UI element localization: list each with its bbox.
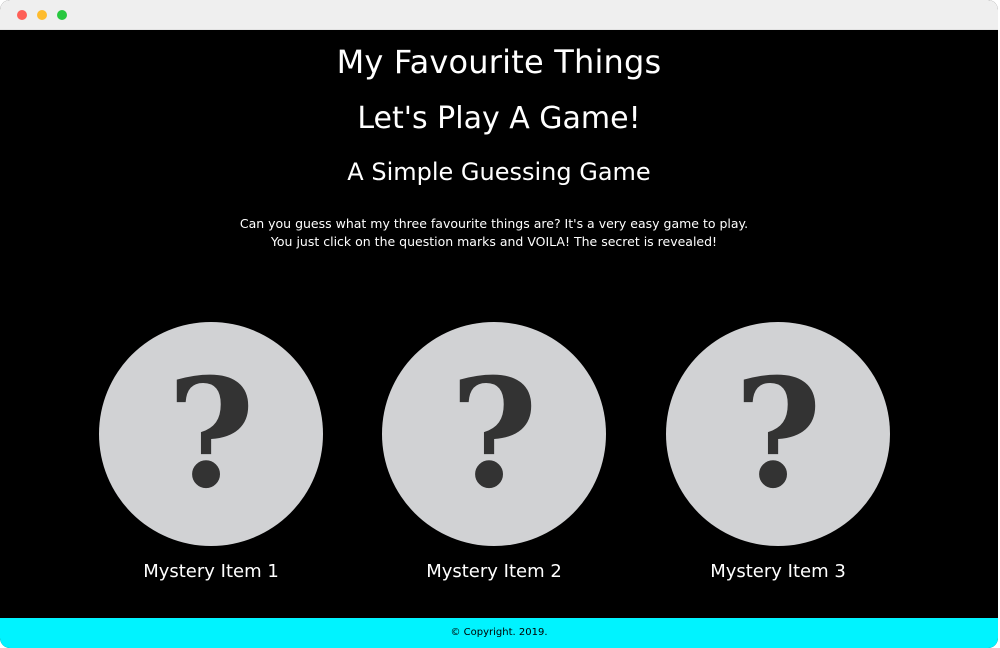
- question-mark-icon: ?: [450, 346, 538, 522]
- page-tagline: A Simple Guessing Game: [347, 158, 651, 186]
- mystery-item-2-label: Mystery Item 2: [426, 561, 562, 582]
- mystery-item-3: ? Mystery Item 3: [666, 322, 890, 602]
- question-mark-icon: ?: [734, 346, 822, 522]
- mystery-item-2: ? Mystery Item 2: [382, 322, 606, 602]
- close-window-button[interactable]: [17, 10, 27, 20]
- mystery-item-3-button[interactable]: ?: [666, 322, 890, 546]
- mystery-item-1: ? Mystery Item 1: [99, 322, 323, 602]
- page-title: My Favourite Things: [336, 43, 662, 81]
- minimize-window-button[interactable]: [37, 10, 47, 20]
- browser-window: My Favourite Things Let's Play A Game! A…: [0, 0, 998, 648]
- mystery-item-3-label: Mystery Item 3: [710, 561, 846, 582]
- window-titlebar: [0, 0, 998, 30]
- copyright-text: © Copyright. 2019.: [450, 627, 548, 638]
- intro-text: Can you guess what my three favourite th…: [239, 216, 749, 249]
- question-mark-icon: ?: [167, 346, 255, 522]
- page-content: My Favourite Things Let's Play A Game! A…: [0, 30, 998, 618]
- mystery-item-1-label: Mystery Item 1: [143, 561, 279, 582]
- mystery-item-2-button[interactable]: ?: [382, 322, 606, 546]
- footer: © Copyright. 2019.: [0, 618, 998, 648]
- mystery-item-1-button[interactable]: ?: [99, 322, 323, 546]
- page-subtitle: Let's Play A Game!: [357, 101, 641, 136]
- maximize-window-button[interactable]: [57, 10, 67, 20]
